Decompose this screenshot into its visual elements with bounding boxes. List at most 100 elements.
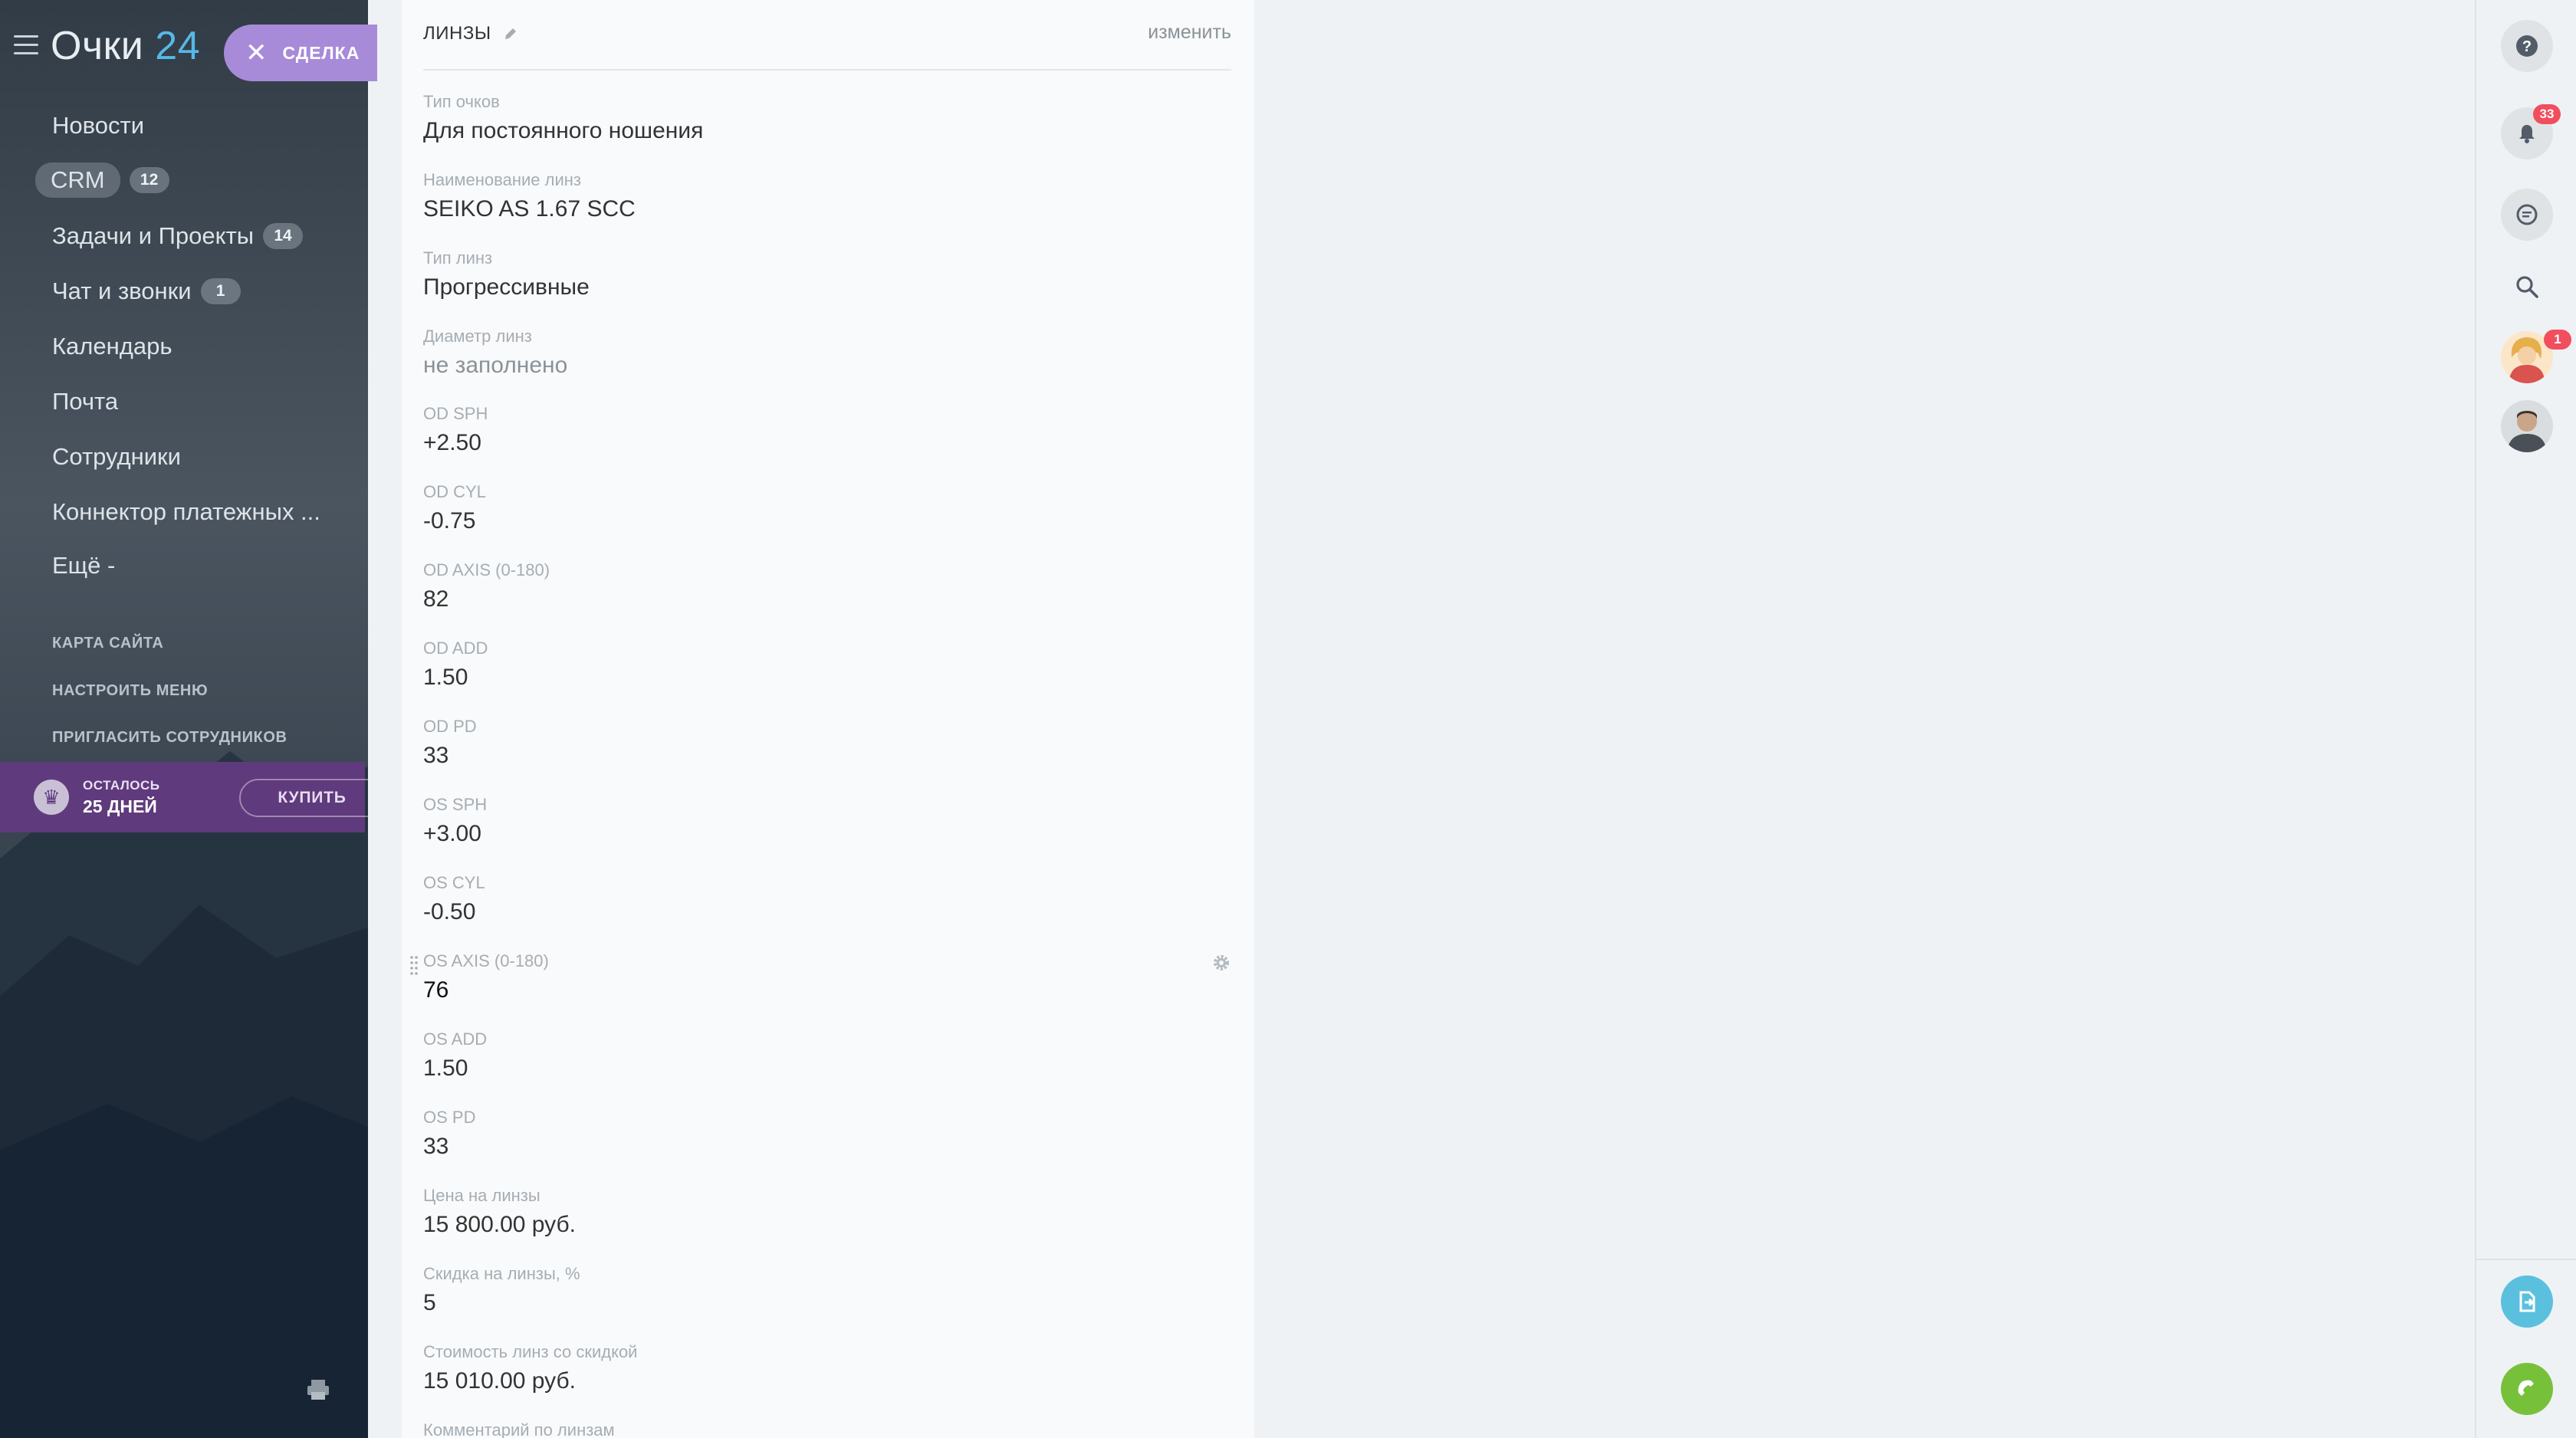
field-os-sph[interactable]: OS SPH +3.00 <box>423 795 1231 847</box>
field-od-sph[interactable]: OD SPH +2.50 <box>423 404 1231 456</box>
field-value: 15 010.00 руб. <box>423 1368 576 1394</box>
field-label: OD SPH <box>423 404 488 423</box>
field-od-pd[interactable]: OD PD 33 <box>423 717 1231 769</box>
field-lens-diameter[interactable]: Диаметр линз не заполнено <box>423 327 1231 379</box>
card-header: ЛИНЗЫ изменить <box>423 0 1231 71</box>
configure-menu-link[interactable]: НАСТРОИТЬ МЕНЮ <box>52 682 208 700</box>
field-label: OS CYL <box>423 873 485 892</box>
field-value: не заполнено <box>423 353 568 378</box>
phone-icon <box>2518 1380 2534 1396</box>
field-label: Скидка на линзы, % <box>423 1264 580 1283</box>
sidebar-item-payment-connector[interactable]: Коннектор платежных ... <box>52 498 320 526</box>
field-label: OS SPH <box>423 795 488 814</box>
field-label: OS AXIS (0-180) <box>423 951 549 970</box>
sidebar-item-more[interactable]: Ещё - <box>52 552 115 579</box>
edit-link[interactable]: изменить <box>1148 21 1231 44</box>
chat-button[interactable] <box>2501 189 2553 241</box>
field-lens-name[interactable]: Наименование линз SEIKO AS 1.67 SCC <box>423 170 1231 222</box>
field-value: 82 <box>423 586 449 612</box>
field-od-cyl[interactable]: OD CYL -0.75 <box>423 482 1231 534</box>
counter-badge: 12 <box>129 167 169 193</box>
field-os-pd[interactable]: OS PD 33 <box>423 1108 1231 1160</box>
field-lens-discounted-cost[interactable]: Стоимость линз со скидкой 15 010.00 руб. <box>423 1342 1231 1394</box>
field-label: OS ADD <box>423 1029 488 1049</box>
sitemap-link[interactable]: КАРТА САЙТА <box>52 635 163 652</box>
close-deal-button[interactable]: ✕ СДЕЛКА <box>224 25 377 81</box>
sidebar-item-label: Почта <box>52 388 119 415</box>
notifications-button[interactable]: 33 <box>2501 104 2561 159</box>
field-label: Тип линз <box>423 248 493 268</box>
field-od-axis[interactable]: OD AXIS (0-180) 82 <box>423 560 1231 612</box>
field-label: Наименование линз <box>423 170 581 189</box>
field-label: OD PD <box>423 717 477 736</box>
sidebar-item-label: CRM <box>35 163 120 198</box>
field-glasses-type[interactable]: Тип очков Для постоянного ношения <box>423 92 1231 144</box>
field-lens-comment[interactable]: Комментарий по линзам <box>423 1420 1231 1438</box>
field-label: OD ADD <box>423 639 488 658</box>
help-button[interactable]: ? <box>2501 20 2553 72</box>
document-button[interactable] <box>2501 1275 2553 1328</box>
field-value: 33 <box>423 743 449 768</box>
menu-toggle-button[interactable] <box>14 35 38 55</box>
sidebar-item-mail[interactable]: Почта <box>52 388 118 415</box>
sidebar-item-crm[interactable]: CRM 12 <box>35 163 169 198</box>
avatar-man-image <box>2501 400 2553 452</box>
document-icon <box>2519 1291 2535 1312</box>
field-os-axis[interactable]: OS AXIS (0-180) 76 <box>410 951 1231 1003</box>
sidebar-item-label: Коннектор платежных ... <box>52 498 320 525</box>
sidebar-background <box>0 0 368 1438</box>
field-value: 1.50 <box>423 665 468 690</box>
user-avatar-2[interactable] <box>2501 400 2553 452</box>
question-icon: ? <box>2516 35 2538 57</box>
field-value: -0.50 <box>423 899 476 924</box>
deal-label: СДЕЛКА <box>282 42 360 63</box>
counter-badge: 1 <box>200 278 241 304</box>
field-label: Цена на линзы <box>423 1186 540 1205</box>
sidebar-item-label: Ещё - <box>52 552 116 579</box>
sidebar-item-chat[interactable]: Чат и звонки 1 <box>52 277 241 305</box>
sidebar-item-employees[interactable]: Сотрудники <box>52 443 181 471</box>
drag-handle-icon[interactable] <box>409 954 419 976</box>
printer-icon[interactable] <box>305 1377 331 1403</box>
field-value: Прогрессивные <box>423 274 590 300</box>
close-icon: ✕ <box>245 38 268 67</box>
field-value: -0.75 <box>423 508 476 534</box>
phone-button[interactable] <box>2501 1363 2553 1415</box>
field-lens-price[interactable]: Цена на линзы 15 800.00 руб. <box>423 1186 1231 1238</box>
right-panel: ? 33 1 <box>2475 0 2576 1438</box>
field-label: Тип очков <box>423 92 500 111</box>
sidebar-item-calendar[interactable]: Календарь <box>52 333 172 360</box>
search-button[interactable] <box>2501 261 2553 313</box>
pencil-icon[interactable] <box>502 25 519 42</box>
gear-icon[interactable] <box>1211 953 1231 973</box>
field-os-cyl[interactable]: OS CYL -0.50 <box>423 873 1231 925</box>
field-os-add[interactable]: OS ADD 1.50 <box>423 1029 1231 1082</box>
buy-button[interactable]: КУПИТЬ <box>239 779 368 817</box>
field-lens-type[interactable]: Тип линз Прогрессивные <box>423 248 1231 300</box>
trial-days-left: 25 ДНЕЙ <box>83 796 157 816</box>
field-label: Комментарий по линзам <box>423 1420 615 1438</box>
field-label: OD CYL <box>423 482 486 501</box>
crown-icon: ♛ <box>34 780 69 815</box>
left-sidebar: Очки 24 Новости CRM 12 Задачи и Проекты … <box>0 0 368 1438</box>
logo-number: 24 <box>155 24 201 68</box>
app-logo[interactable]: Очки 24 <box>51 23 200 69</box>
right-panel-divider <box>2476 1259 2576 1260</box>
sidebar-item-label: Календарь <box>52 333 172 360</box>
field-label: OD AXIS (0-180) <box>423 560 550 579</box>
field-label: OS PD <box>423 1108 476 1127</box>
card-title: ЛИНЗЫ <box>423 23 519 44</box>
invite-employees-link[interactable]: ПРИГЛАСИТЬ СОТРУДНИКОВ <box>52 729 288 747</box>
field-value: 15 800.00 руб. <box>423 1212 576 1237</box>
field-od-add[interactable]: OD ADD 1.50 <box>423 639 1231 691</box>
bell-icon <box>2519 125 2535 143</box>
field-value: +2.50 <box>423 430 481 455</box>
field-value: SEIKO AS 1.67 SCC <box>423 196 636 222</box>
logo-text: Очки <box>51 24 144 68</box>
sidebar-item-news[interactable]: Новости <box>52 112 144 140</box>
field-value: Для постоянного ношения <box>423 118 704 143</box>
field-lens-discount[interactable]: Скидка на линзы, % 5 <box>423 1264 1231 1316</box>
sidebar-item-label: Сотрудники <box>52 443 181 470</box>
sidebar-item-tasks[interactable]: Задачи и Проекты 14 <box>52 222 304 250</box>
avatar-badge: 1 <box>2544 330 2571 350</box>
